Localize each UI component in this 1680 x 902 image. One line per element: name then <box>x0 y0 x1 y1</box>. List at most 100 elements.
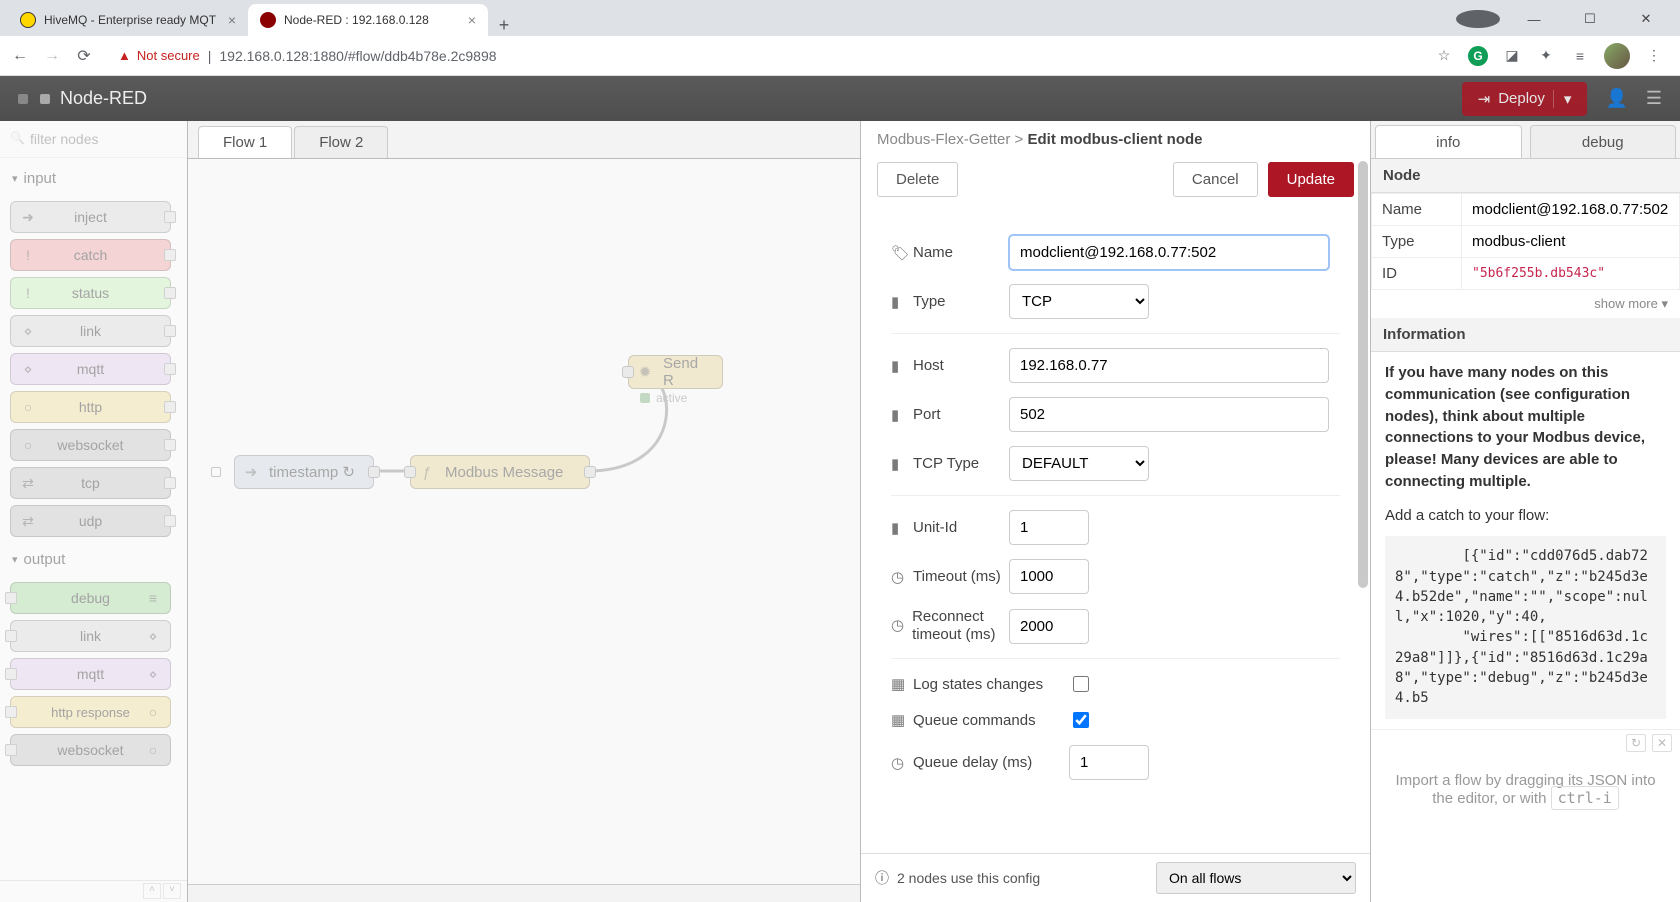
tab-debug[interactable]: debug <box>1530 125 1677 158</box>
config-usage: 2 nodes use this config <box>897 870 1040 886</box>
info-content: If you have many nodes on this communica… <box>1371 352 1680 729</box>
port-out[interactable] <box>368 466 380 478</box>
host-input[interactable] <box>1009 348 1329 383</box>
table-row: Namemodclient@192.168.0.77:502 <box>1372 194 1680 226</box>
palette-node-tcp[interactable]: ⇄tcp <box>10 467 171 499</box>
close-icon[interactable]: × <box>468 12 476 28</box>
collapse-down-icon[interactable]: ˅ <box>163 883 181 899</box>
tab-flow-1[interactable]: Flow 1 <box>198 126 292 158</box>
name-input[interactable] <box>1009 235 1329 270</box>
palette-node-websocket-out[interactable]: websocket○ <box>10 734 171 766</box>
unit-input[interactable] <box>1009 510 1089 545</box>
crumb-parent[interactable]: Modbus-Flex-Getter <box>877 131 1010 148</box>
status-dot-icon <box>640 393 650 403</box>
port-in[interactable] <box>404 466 416 478</box>
show-more-button[interactable]: show more ▾ <box>1371 290 1680 318</box>
reading-list-icon[interactable]: ≡ <box>1570 46 1590 66</box>
chrome-menu-icon[interactable]: ⋮ <box>1644 46 1664 66</box>
h-scrollbar[interactable] <box>188 884 860 902</box>
grammarly-icon[interactable]: G <box>1468 46 1488 66</box>
browser-toolbar: ← → ⟳ ▲ Not secure | 192.168.0.128:1880/… <box>0 36 1680 76</box>
sidebar-tabs: info debug <box>1371 121 1680 159</box>
info-text: If you have many nodes on this communica… <box>1385 364 1645 490</box>
delete-button[interactable]: Delete <box>877 162 958 197</box>
qdelay-input[interactable] <box>1069 745 1149 780</box>
palette-node-websocket[interactable]: ○websocket <box>10 429 171 461</box>
palette-node-http[interactable]: ○http <box>10 391 171 423</box>
browser-tab-hivemq[interactable]: HiveMQ - Enterprise ready MQT × <box>8 4 248 36</box>
port-input[interactable] <box>1009 397 1329 432</box>
tab-flow-2[interactable]: Flow 2 <box>294 126 388 158</box>
node-timestamp[interactable]: ➜ timestamp ↻ <box>234 455 374 489</box>
close-icon[interactable]: × <box>228 12 236 28</box>
cancel-button[interactable]: Cancel <box>1173 162 1258 197</box>
name-label: 🏷Name <box>891 244 1001 262</box>
forward-icon[interactable]: → <box>42 47 62 65</box>
tcptype-select[interactable]: DEFAULT <box>1009 446 1149 481</box>
collapse-up-icon[interactable]: ˄ <box>143 883 161 899</box>
filter-input[interactable] <box>8 127 179 151</box>
favicon-icon <box>260 12 276 28</box>
category-input[interactable]: input <box>10 162 171 195</box>
node-modbus-message[interactable]: ƒ Modbus Message <box>410 455 590 489</box>
close-icon[interactable]: ✕ <box>1652 734 1672 752</box>
log-label: ▦Log states changes <box>891 675 1061 693</box>
reload-icon[interactable]: ⟳ <box>74 46 94 66</box>
palette-search[interactable] <box>0 121 187 158</box>
v-scrollbar[interactable] <box>1356 161 1370 872</box>
palette-node-mqtt[interactable]: ⋄mqtt <box>10 353 171 385</box>
node-send-r[interactable]: ✹ Send R <box>628 355 723 389</box>
deploy-button[interactable]: ⇥ Deploy ▾ <box>1462 82 1588 116</box>
maximize-icon[interactable]: ☐ <box>1568 11 1612 27</box>
bookmark-icon[interactable]: ☆ <box>1434 46 1454 66</box>
status-dot <box>211 467 221 477</box>
alert-icon: ! <box>17 244 39 266</box>
browser-tab-nodered[interactable]: Node-RED : 192.168.0.128 × <box>248 4 488 36</box>
refresh-icon[interactable]: ↻ <box>1626 734 1646 752</box>
queue-label: ▦Queue commands <box>891 711 1061 729</box>
close-window-icon[interactable]: ✕ <box>1624 11 1668 27</box>
not-secure-badge[interactable]: ▲ Not secure <box>118 48 200 63</box>
queue-checkbox[interactable] <box>1073 712 1089 728</box>
palette-node-catch[interactable]: !catch <box>10 239 171 271</box>
scope-select[interactable]: On all flows <box>1156 862 1356 894</box>
palette-node-debug[interactable]: debug≡ <box>10 582 171 614</box>
timeout-input[interactable] <box>1009 559 1089 594</box>
favicon-icon <box>20 12 36 28</box>
type-select[interactable]: TCP <box>1009 284 1149 319</box>
palette-node-link-out[interactable]: link⋄ <box>10 620 171 652</box>
link-icon: ⋄ <box>17 358 39 380</box>
palette: input ➜inject !catch !status ⋄link ⋄mqtt… <box>0 121 188 902</box>
back-icon[interactable]: ← <box>10 47 30 65</box>
extension-icon[interactable]: ◪ <box>1502 46 1522 66</box>
deploy-icon: ⇥ <box>1478 90 1491 108</box>
port-out[interactable] <box>584 466 596 478</box>
menu-icon[interactable]: ☰ <box>1646 88 1662 109</box>
minimize-icon[interactable]: — <box>1512 12 1556 27</box>
palette-scroll[interactable]: input ➜inject !catch !status ⋄link ⋄mqtt… <box>0 158 187 880</box>
globe-icon: ○ <box>17 434 39 456</box>
reconnect-input[interactable] <box>1009 609 1089 644</box>
category-output[interactable]: output <box>10 543 171 576</box>
palette-node-link[interactable]: ⋄link <box>10 315 171 347</box>
palette-node-mqtt-out[interactable]: mqtt⋄ <box>10 658 171 690</box>
bookmark-icon: ▮ <box>891 519 905 537</box>
toolbar-icons: ☆ G ◪ ✦ ≡ ⋮ <box>1434 43 1670 69</box>
palette-node-udp[interactable]: ⇄udp <box>10 505 171 537</box>
list-icon: ▦ <box>891 675 905 693</box>
chevron-down-icon[interactable]: ▾ <box>1553 90 1572 108</box>
canvas[interactable]: ➜ timestamp ↻ ƒ Modbus Message ✹ Send R … <box>188 159 860 884</box>
user-icon[interactable]: 👤 <box>1605 88 1627 109</box>
profile-avatar[interactable] <box>1604 43 1630 69</box>
palette-node-http-resp[interactable]: http response○ <box>10 696 171 728</box>
address-bar[interactable]: ▲ Not secure | 192.168.0.128:1880/#flow/… <box>106 41 1422 71</box>
palette-node-inject[interactable]: ➜inject <box>10 201 171 233</box>
tab-info[interactable]: info <box>1375 125 1522 158</box>
update-button[interactable]: Update <box>1268 162 1354 197</box>
port-in[interactable] <box>622 366 634 378</box>
palette-node-status[interactable]: !status <box>10 277 171 309</box>
log-checkbox[interactable] <box>1073 676 1089 692</box>
tab-title: HiveMQ - Enterprise ready MQT <box>44 13 220 27</box>
new-tab-button[interactable]: + <box>488 15 520 36</box>
extensions-puzzle-icon[interactable]: ✦ <box>1536 46 1556 66</box>
